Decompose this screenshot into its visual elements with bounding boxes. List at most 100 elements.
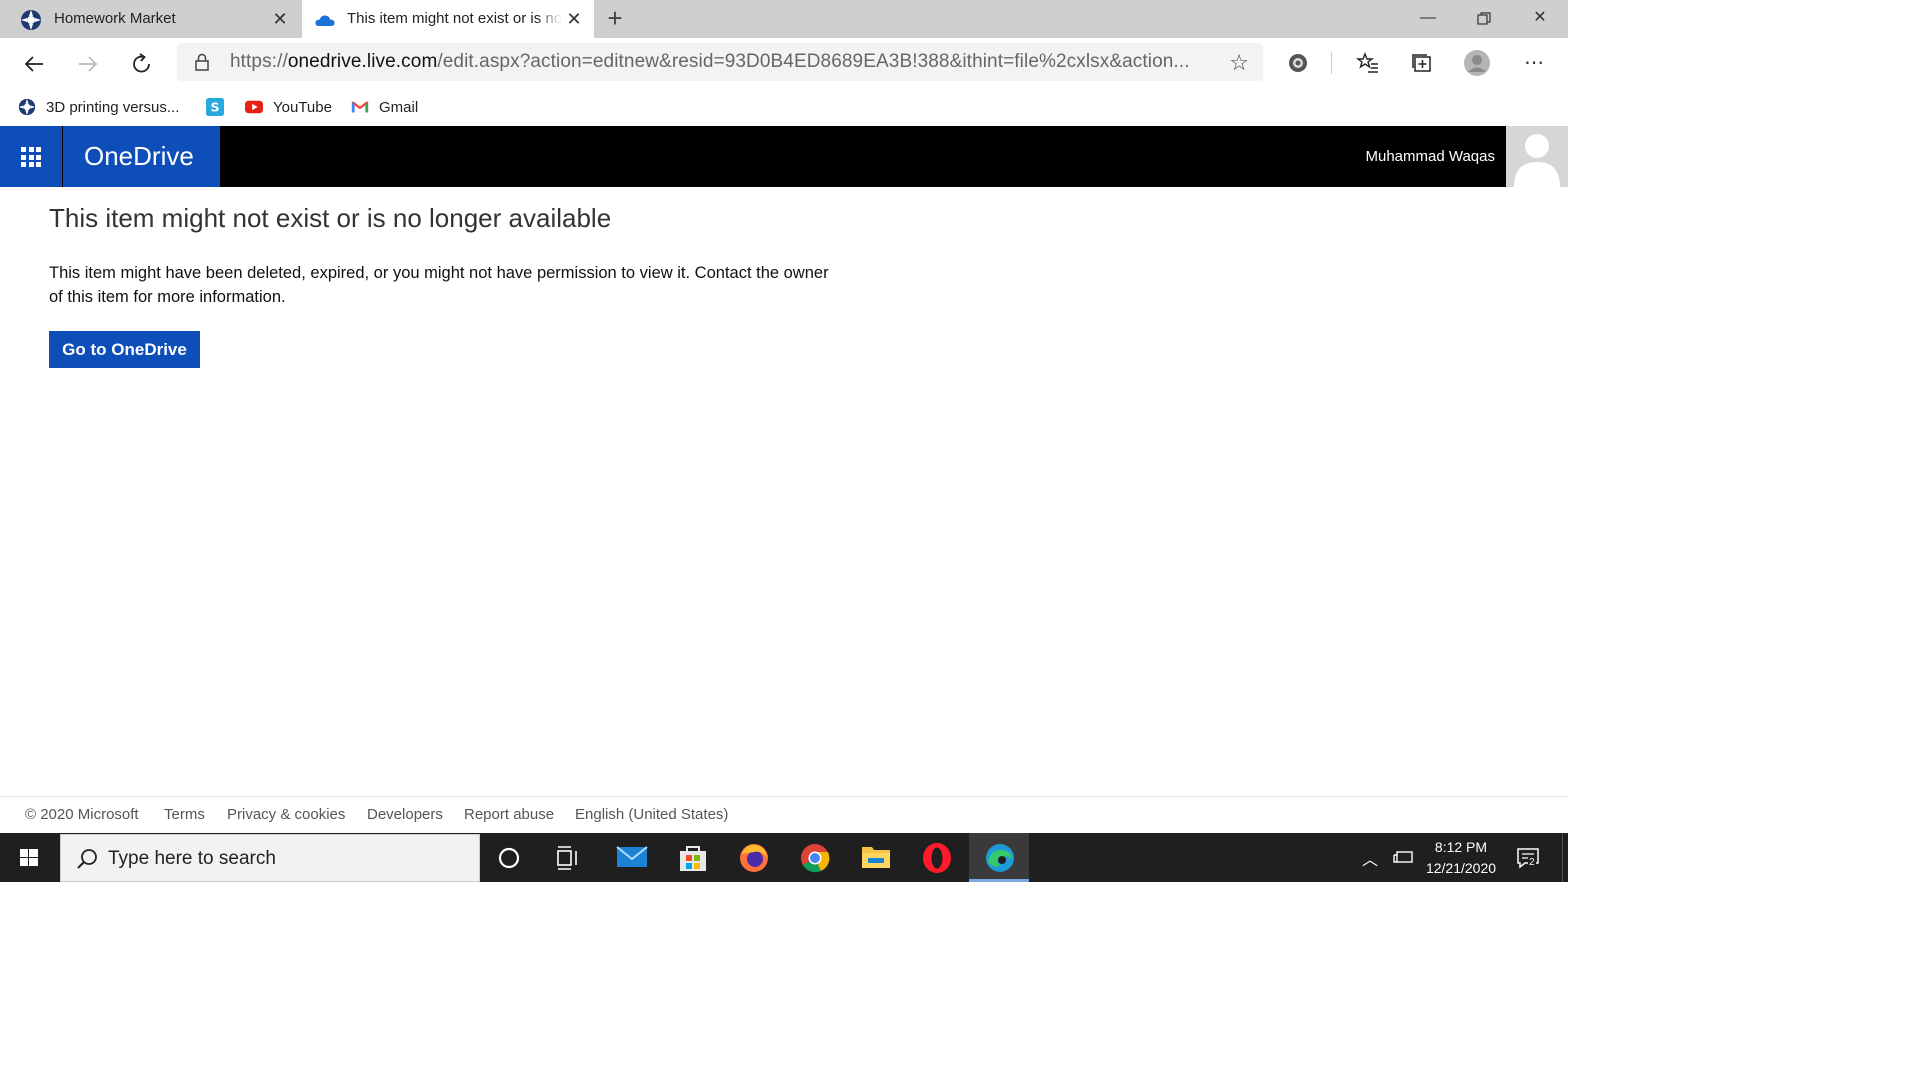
footer-link-developers[interactable]: Developers [367, 806, 443, 823]
more-dots-icon: ⋯ [1524, 52, 1544, 74]
onedrive-brand-link[interactable]: OneDrive [63, 126, 220, 187]
error-message: This item might have been deleted, expir… [49, 264, 829, 306]
navigation-bar: https://onedrive.live.com/edit.aspx?acti… [0, 38, 1568, 88]
file-explorer-button[interactable] [845, 833, 905, 882]
restore-icon [1477, 12, 1491, 25]
show-hidden-icons-button[interactable]: ︿ [1362, 846, 1378, 870]
bookmark-skype[interactable]: S [206, 92, 234, 122]
homework-market-icon [21, 10, 41, 30]
search-icon [77, 849, 97, 869]
profile-button[interactable] [1462, 48, 1492, 78]
windows-taskbar: Type here to search ︿ 8:12 PM 12/21/2020… [0, 833, 1568, 882]
cortana-button[interactable] [480, 833, 540, 882]
tab-homework-market[interactable]: Homework Market ✕ [0, 0, 300, 38]
footer-link-report-abuse[interactable]: Report abuse [464, 806, 554, 823]
microsoft-store-icon [680, 846, 706, 871]
user-name[interactable]: Muhammad Waqas [1366, 126, 1496, 187]
lock-icon[interactable] [192, 52, 212, 72]
gmail-icon [351, 101, 369, 113]
taskbar-clock[interactable]: 8:12 PM 12/21/2020 [1416, 837, 1506, 879]
error-content: This item might not exist or is no longe… [49, 203, 829, 368]
task-view-icon [557, 846, 577, 870]
profile-avatar-icon [1464, 50, 1490, 76]
action-center-button[interactable]: 2 [1515, 845, 1541, 871]
show-desktop-button[interactable] [1562, 833, 1568, 882]
tab-title: This item might not exist or is no longe… [347, 10, 562, 27]
close-window-button[interactable]: ✕ [1512, 0, 1568, 38]
start-button[interactable] [0, 833, 58, 882]
homework-market-icon [18, 98, 36, 116]
firefox-button[interactable] [723, 833, 783, 882]
opera-icon [923, 843, 951, 873]
collections-icon [1412, 54, 1431, 72]
person-avatar-icon [1514, 134, 1560, 187]
forward-arrow-icon [79, 56, 98, 72]
favorite-star-icon[interactable]: ☆ [1229, 50, 1249, 76]
network-icon[interactable] [1392, 847, 1414, 867]
bookmark-label: YouTube [273, 98, 332, 116]
restore-button[interactable] [1456, 0, 1512, 38]
edge-button[interactable] [969, 833, 1029, 882]
skype-icon: S [206, 98, 224, 116]
extension-icon [1289, 54, 1307, 72]
svg-text:S: S [210, 100, 219, 115]
extension-button[interactable] [1283, 48, 1313, 78]
mail-icon [616, 846, 648, 867]
url-text[interactable]: https://onedrive.live.com/edit.aspx?acti… [230, 51, 1190, 73]
page-title: This item might not exist or is no longe… [49, 203, 612, 233]
footer-link-language[interactable]: English (United States) [575, 806, 728, 823]
search-placeholder: Type here to search [108, 848, 276, 869]
close-tab-icon[interactable]: ✕ [564, 9, 584, 29]
waffle-icon [21, 147, 41, 167]
mail-app-button[interactable] [601, 833, 661, 882]
app-launcher-button[interactable] [0, 126, 62, 187]
new-tab-button[interactable]: + [602, 5, 628, 32]
windows-logo-icon [20, 849, 38, 866]
footer-link-privacy[interactable]: Privacy & cookies [227, 806, 345, 823]
settings-more-button[interactable]: ⋯ [1519, 48, 1549, 78]
bookmark-youtube[interactable]: YouTube [245, 92, 332, 122]
microsoft-store-button[interactable] [662, 833, 722, 882]
url-host: onedrive.live.com [287, 51, 438, 72]
bookmark-label: 3D printing versus... [46, 98, 180, 116]
clock-date: 12/21/2020 [1425, 860, 1497, 876]
youtube-icon [245, 100, 263, 114]
page-footer: © 2020 Microsoft Terms Privacy & cookies… [0, 796, 1568, 833]
onedrive-cloud-icon [315, 15, 335, 26]
tab-strip: Homework Market ✕ This item might not ex… [0, 0, 1568, 39]
opera-button[interactable] [906, 833, 966, 882]
chevron-up-icon: ︿ [1362, 852, 1379, 869]
address-bar[interactable]: https://onedrive.live.com/edit.aspx?acti… [177, 43, 1263, 81]
favorites-button[interactable] [1353, 48, 1383, 78]
toolbar-divider [1331, 52, 1332, 74]
tab-title: Homework Market [54, 10, 176, 27]
bookmark-gmail[interactable]: Gmail [351, 92, 418, 122]
favorites-bar: 3D printing versus... S YouTube Gmail [0, 88, 1568, 126]
firefox-icon [740, 844, 768, 872]
onedrive-header: OneDrive Muhammad Waqas [0, 126, 1568, 187]
favorites-list-icon [1355, 52, 1378, 73]
notification-count: 2 [1528, 857, 1536, 868]
user-avatar[interactable] [1506, 126, 1568, 187]
task-view-button[interactable] [540, 833, 600, 882]
chrome-button[interactable] [784, 833, 844, 882]
back-button[interactable] [20, 50, 48, 78]
browser-window: Homework Market ✕ This item might not ex… [0, 0, 1568, 882]
bookmark-3d-printing[interactable]: 3D printing versus... [18, 92, 179, 122]
minimize-button[interactable]: — [1400, 0, 1456, 38]
collections-button[interactable] [1407, 48, 1437, 78]
url-scheme: https:// [230, 51, 288, 72]
cortana-icon [498, 847, 520, 869]
clock-time: 8:12 PM [1434, 839, 1488, 855]
forward-button[interactable] [74, 50, 102, 78]
chrome-icon [801, 844, 830, 873]
copyright-text: © 2020 Microsoft [25, 806, 139, 823]
refresh-icon [133, 53, 150, 73]
tab-onedrive[interactable]: This item might not exist or is no longe… [302, 0, 594, 39]
close-tab-icon[interactable]: ✕ [270, 9, 290, 29]
footer-link-terms[interactable]: Terms [164, 806, 205, 823]
refresh-button[interactable] [128, 50, 156, 78]
go-to-onedrive-button[interactable]: Go to OneDrive [49, 331, 200, 368]
taskbar-search-box[interactable]: Type here to search [60, 834, 480, 882]
file-explorer-icon [862, 847, 890, 868]
